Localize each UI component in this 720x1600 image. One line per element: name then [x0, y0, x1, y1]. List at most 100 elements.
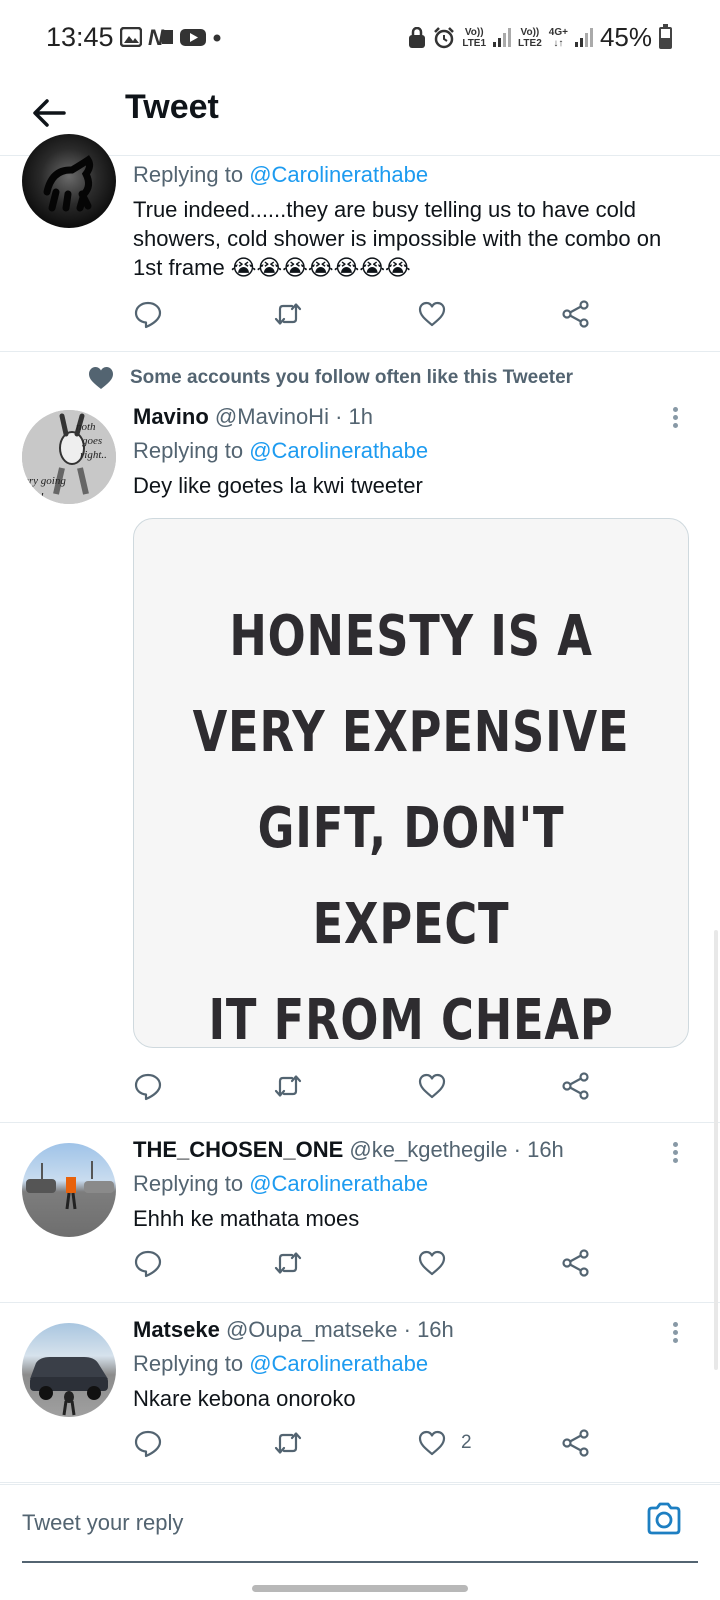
- reply-icon: [134, 1073, 162, 1101]
- status-bar: 13:45 N Vo)) LTE1 Vo)) LTE2 4G+ ↓↑ 45%: [0, 0, 720, 80]
- sim1-label: Vo)) LTE1: [462, 26, 487, 49]
- youtube-icon: [180, 29, 206, 46]
- camera-icon[interactable]: [644, 1499, 684, 1539]
- reply-icon: [134, 1250, 162, 1278]
- sim2-label: Vo)) LTE2: [518, 26, 542, 49]
- reply-button[interactable]: [133, 1423, 163, 1463]
- tweet-actions: [133, 1066, 603, 1106]
- tweet-actions: [133, 1243, 603, 1283]
- user-handle[interactable]: @Oupa_matseke: [226, 1317, 398, 1342]
- reply-button[interactable]: [133, 294, 163, 334]
- mention-link[interactable]: @Carolinerathabe: [249, 162, 428, 187]
- media-image-text: HONESTY IS A VERY EXPENSIVE GIFT, DON'T EX…: [189, 589, 632, 1048]
- tweet[interactable]: THE_CHOSEN_ONE @ke_kgethegile · 16h Repl…: [0, 1123, 720, 1303]
- user-handle[interactable]: @MavinoHi: [215, 404, 329, 429]
- svg-text:noth: noth: [76, 421, 96, 433]
- display-name[interactable]: Mavino: [133, 404, 209, 429]
- page-title: Tweet: [125, 88, 219, 126]
- mention-link[interactable]: @Carolinerathabe: [249, 1171, 428, 1196]
- share-icon: [562, 300, 589, 328]
- media-text-line: VERY EXPENSIVE: [192, 700, 630, 765]
- tweet-media-image[interactable]: HONESTY IS A VERY EXPENSIVE GIFT, DON'T EX…: [133, 518, 689, 1048]
- like-button[interactable]: [417, 294, 447, 334]
- retweet-button[interactable]: [273, 1423, 303, 1463]
- notification-icons: N: [120, 27, 222, 47]
- svg-text:ft!: ft!: [34, 491, 44, 503]
- vpn-icon: [409, 26, 426, 48]
- display-name[interactable]: THE_CHOSEN_ONE: [133, 1137, 343, 1162]
- reply-icon: [134, 1430, 162, 1458]
- reply-button[interactable]: [133, 1066, 163, 1106]
- gallery-icon: [120, 27, 142, 47]
- reply-input[interactable]: [22, 1503, 622, 1543]
- svg-text:ery going: ery going: [24, 475, 66, 487]
- like-button[interactable]: [417, 1066, 447, 1106]
- retweet-icon: [274, 1252, 302, 1274]
- tweet-time: · 16h: [513, 1137, 564, 1162]
- avatar[interactable]: noth goes right.. ery going ft!: [22, 410, 116, 504]
- tweet-time: · 16h: [403, 1317, 454, 1342]
- share-button[interactable]: [561, 1066, 591, 1106]
- tweet-meta: THE_CHOSEN_ONE @ke_kgethegile · 16h: [133, 1137, 690, 1163]
- netflix-icon: N: [148, 27, 173, 47]
- avatar[interactable]: [22, 1143, 116, 1237]
- like-button[interactable]: [417, 1243, 447, 1283]
- retweet-icon: [274, 1075, 302, 1097]
- like-icon: [418, 1073, 446, 1099]
- replying-to: Replying to @Carolinerathabe: [133, 438, 429, 463]
- media-text-line: HONESTY IS A: [229, 604, 593, 669]
- mention-link[interactable]: @Carolinerathabe: [249, 438, 428, 463]
- back-arrow-icon[interactable]: [28, 92, 70, 134]
- home-indicator[interactable]: [252, 1585, 468, 1592]
- dot-icon: [213, 34, 221, 42]
- mention-link[interactable]: @Carolinerathabe: [249, 1351, 428, 1376]
- like-count: 2: [461, 1432, 472, 1453]
- tweet-actions: 2: [133, 1423, 603, 1463]
- share-button[interactable]: [561, 1243, 591, 1283]
- avatar[interactable]: [22, 1323, 116, 1417]
- retweet-button[interactable]: [273, 294, 303, 334]
- signal2-icon: [574, 27, 593, 47]
- scrollbar[interactable]: [714, 930, 718, 1370]
- avatar[interactable]: [22, 134, 116, 228]
- signal1-icon: [493, 27, 512, 47]
- network-type: 4G+ ↓↑: [548, 26, 568, 49]
- top-app-bar: Tweet: [0, 80, 720, 156]
- share-icon: [562, 1072, 589, 1100]
- reply-composer: [0, 1484, 720, 1572]
- retweet-button[interactable]: [273, 1066, 303, 1106]
- more-options-button[interactable]: [668, 404, 682, 432]
- share-button[interactable]: [561, 294, 591, 334]
- alarm-icon: [434, 26, 455, 48]
- display-name[interactable]: Matseke: [133, 1317, 220, 1342]
- tweet[interactable]: Replying to @Carolinerathabe True indeed…: [0, 134, 720, 352]
- status-time: 13:45: [46, 22, 114, 52]
- retweet-icon: [274, 1432, 302, 1454]
- more-options-button[interactable]: [668, 1139, 682, 1167]
- retweet-button[interactable]: [273, 1243, 303, 1283]
- tweet-meta: Mavino @MavinoHi · 1h: [133, 404, 690, 430]
- share-icon: [562, 1249, 589, 1277]
- share-icon: [562, 1429, 589, 1457]
- tweet[interactable]: Matseke @Oupa_matseke · 16h Replying to …: [0, 1303, 720, 1483]
- like-icon: [418, 1430, 446, 1456]
- media-text-line: GIFT, DON'T EXPECT: [257, 796, 565, 957]
- battery-icon: [659, 23, 672, 49]
- like-icon: [418, 301, 446, 327]
- tweet-meta: Matseke @Oupa_matseke · 16h: [133, 1317, 690, 1343]
- user-handle[interactable]: @ke_kgethegile: [349, 1137, 507, 1162]
- more-options-button[interactable]: [668, 1319, 682, 1347]
- reply-button[interactable]: [133, 1243, 163, 1283]
- media-text-line: IT FROM CHEAP: [208, 988, 614, 1048]
- status-right: Vo)) LTE1 Vo)) LTE2 4G+ ↓↑ 45%: [408, 22, 672, 53]
- retweet-icon: [274, 303, 302, 325]
- svg-text:right..: right..: [80, 449, 107, 461]
- tweet-text: Nkare kebona onoroko: [133, 1386, 356, 1411]
- tweet-actions: [133, 294, 603, 334]
- like-button[interactable]: 2: [417, 1423, 472, 1463]
- replying-to: Replying to @Carolinerathabe: [133, 162, 429, 187]
- reply-icon: [134, 301, 162, 329]
- replying-to: Replying to @Carolinerathabe: [133, 1351, 429, 1376]
- share-button[interactable]: [561, 1423, 591, 1463]
- tweet-text: Dey like goetes la kwi tweeter: [133, 473, 423, 498]
